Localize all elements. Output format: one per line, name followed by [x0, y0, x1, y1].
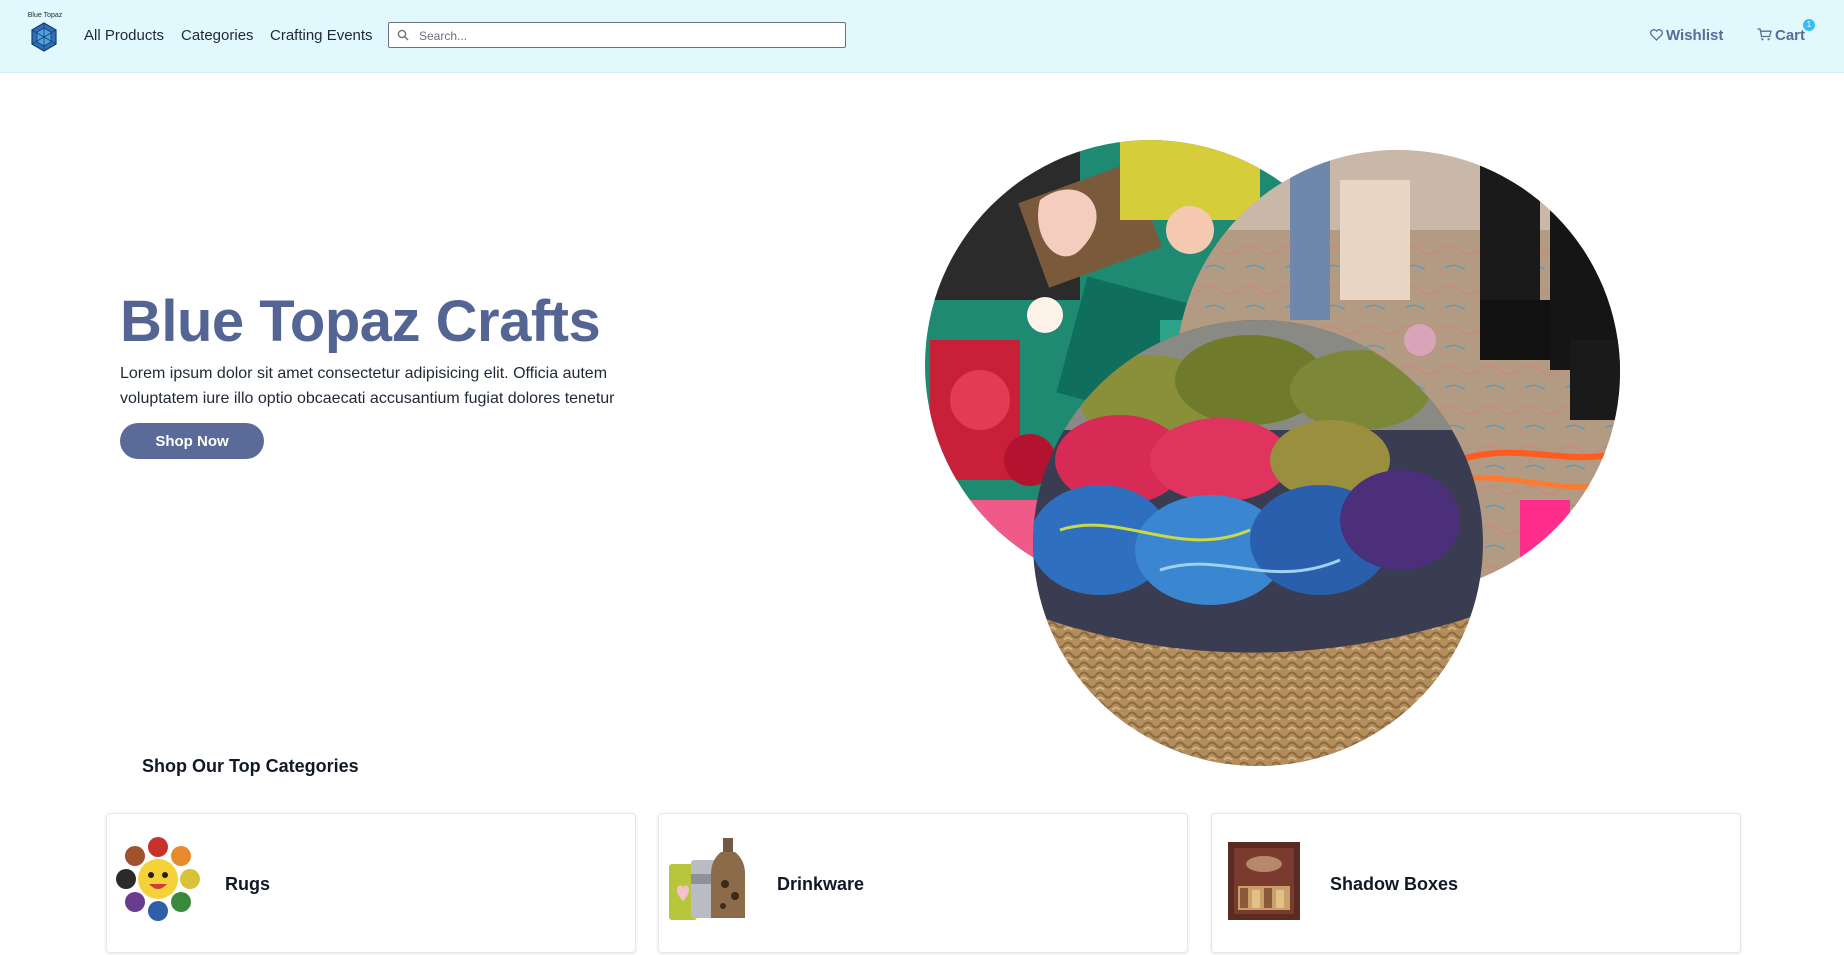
search-icon: [397, 29, 409, 41]
heart-icon: [1650, 29, 1663, 41]
nav-link-all-products[interactable]: All Products: [84, 27, 164, 44]
categories-heading: Shop Our Top Categories: [142, 756, 359, 776]
shadow-box-thumbnail: [1228, 842, 1300, 920]
search-input[interactable]: [417, 26, 841, 46]
hero-description: Lorem ipsum dolor sit amet consectetur a…: [120, 365, 615, 407]
category-card-shadow-boxes[interactable]: Shadow Boxes: [1211, 813, 1741, 953]
drinkware-thumbnail: [669, 838, 745, 920]
logo-text: Blue Topaz: [27, 12, 63, 19]
hero-collage-image: [925, 140, 1620, 766]
cart-link[interactable]: Cart: [1757, 27, 1805, 44]
hero-title: Blue Topaz Crafts: [120, 289, 601, 354]
shop-now-button[interactable]: Shop Now: [120, 423, 264, 459]
cart-label: Cart: [1775, 27, 1806, 44]
category-name: Rugs: [225, 874, 270, 894]
category-card-drinkware[interactable]: Drinkware: [658, 813, 1188, 953]
nav-link-crafting-events[interactable]: Crafting Events: [270, 27, 373, 44]
wishlist-link[interactable]: Wishlist: [1650, 27, 1723, 44]
logo[interactable]: Blue Topaz: [22, 12, 68, 60]
rug-thumbnail: [116, 837, 200, 921]
cart-count-badge: 1: [1803, 19, 1815, 31]
search-box[interactable]: [388, 22, 846, 48]
top-navbar: Blue Topaz All Products Categories Craft…: [0, 0, 1844, 73]
category-name: Shadow Boxes: [1330, 874, 1459, 894]
category-name: Drinkware: [777, 874, 865, 894]
cart-icon: [1757, 28, 1772, 41]
nav-link-categories[interactable]: Categories: [181, 27, 254, 44]
wishlist-label: Wishlist: [1666, 27, 1724, 44]
category-card-rugs[interactable]: Rugs: [106, 813, 636, 953]
gem-logo-icon: [31, 22, 57, 52]
